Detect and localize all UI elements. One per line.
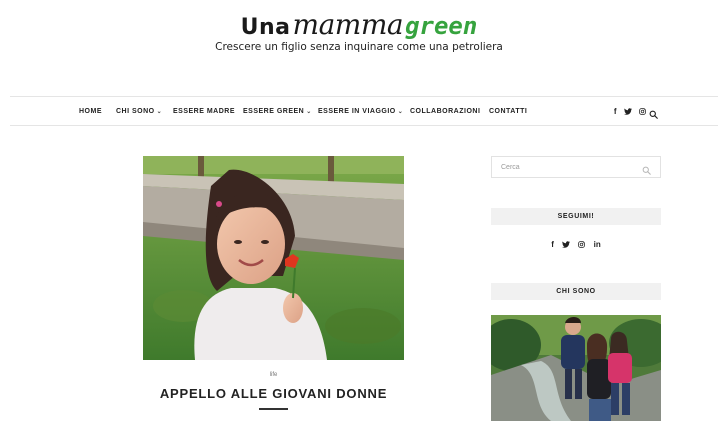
post-featured-image[interactable]: [143, 156, 404, 360]
nav-item-chi-sono[interactable]: CHI SONO ⌄: [116, 97, 162, 127]
widget-title-follow: SEGUIMI!: [491, 208, 661, 225]
nav-item-label: HOME: [79, 108, 102, 115]
site-logo[interactable]: Una mamma green: [0, 8, 718, 41]
widget-title-about: CHI SONO: [491, 283, 661, 300]
search-icon[interactable]: [649, 106, 659, 119]
chevron-down-icon: ⌄: [397, 109, 404, 115]
nav-item-essere-madre[interactable]: ESSERE MADRE: [173, 97, 235, 126]
post-category[interactable]: life: [143, 372, 404, 378]
nav-item-essere-green[interactable]: ESSERE GREEN ⌄: [243, 97, 312, 127]
search-placeholder: Cerca: [501, 164, 520, 171]
linkedin-icon[interactable]: in: [594, 240, 601, 249]
instagram-icon[interactable]: [578, 240, 587, 249]
nav-item-contatti[interactable]: CONTATTI: [489, 97, 527, 126]
nav-item-label: ESSERE MADRE: [173, 108, 236, 115]
nav-item-label: ESSERE GREEN: [243, 108, 305, 115]
main-nav: HOME CHI SONO ⌄ ESSERE MADRE ESSERE GREEN…: [10, 96, 718, 126]
sidebar-search-input[interactable]: Cerca: [491, 156, 661, 178]
search-icon[interactable]: [642, 162, 652, 175]
sidebar-social-icons: f in: [491, 240, 661, 249]
facebook-icon[interactable]: f: [551, 240, 554, 249]
nav-item-label: ESSERE IN VIAGGIO: [318, 108, 396, 115]
twitter-icon[interactable]: [562, 240, 572, 249]
twitter-icon[interactable]: [623, 107, 634, 116]
nav-social-icons: f: [609, 97, 646, 126]
nav-item-label: CHI SONO: [116, 108, 155, 115]
logo-text-una: Una: [240, 15, 291, 40]
nav-item-essere-in-viaggio[interactable]: ESSERE IN VIAGGIO ⌄: [318, 97, 403, 127]
chevron-down-icon: ⌄: [156, 109, 163, 115]
site-tagline: Crescere un figlio senza inquinare come …: [215, 41, 503, 53]
nav-item-label: CONTATTI: [489, 108, 528, 115]
instagram-icon[interactable]: [639, 107, 646, 116]
chevron-down-icon: ⌄: [306, 109, 312, 115]
logo-text-green: green: [405, 12, 478, 40]
title-divider: [259, 408, 288, 410]
nav-item-label: COLLABORAZIONI: [410, 108, 481, 115]
nav-item-collaborazioni[interactable]: COLLABORAZIONI: [410, 97, 480, 126]
nav-item-home[interactable]: HOME: [79, 97, 102, 126]
post-title[interactable]: APPELLO ALLE GIOVANI DONNE: [143, 386, 404, 401]
logo-text-mamma: mamma: [292, 8, 404, 41]
facebook-icon[interactable]: f: [614, 107, 617, 116]
about-photo[interactable]: [491, 315, 661, 421]
